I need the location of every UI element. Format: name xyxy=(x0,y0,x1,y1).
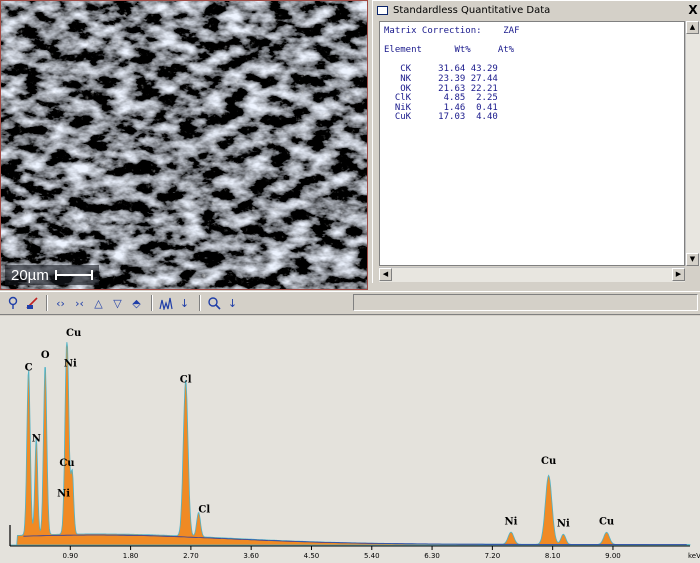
row-at: 0.41 xyxy=(465,102,498,113)
arrow-down-icon[interactable]: ↓ xyxy=(176,295,193,312)
spectrum-icon[interactable] xyxy=(157,295,174,312)
matrix-correction-value: ZAF xyxy=(503,26,520,36)
label-icon[interactable]: ⬘ xyxy=(128,295,145,312)
sem-micrograph xyxy=(1,1,367,289)
toolbar-separator xyxy=(46,295,48,311)
peak-label: Cu xyxy=(599,517,614,528)
row-element: NiK xyxy=(384,102,412,113)
eds-spectrum-panel: 0.90 1.80 2.70 3.60 4.50 5.40 6.30 7.20 8.10 9.00… xyxy=(0,316,700,563)
scroll-up-button[interactable]: ▲ xyxy=(686,21,699,34)
quant-results-text: Matrix Correction: ZAF Element Wt% At% C… xyxy=(379,21,685,266)
x-tick-label: 7.20 xyxy=(485,552,501,560)
row-wt: 21.63 xyxy=(411,83,466,94)
quant-window-title: Standardless Quantitative Data xyxy=(393,4,551,16)
scale-bar-label: 20µm xyxy=(11,266,49,284)
row-element: CuK xyxy=(384,112,412,123)
magnify-icon[interactable] xyxy=(4,295,21,312)
column-header-element: Element xyxy=(384,45,422,56)
table-row: ClK 4.85 2.25 xyxy=(384,93,498,103)
expand-icon[interactable]: ‹› xyxy=(52,295,69,312)
x-tick-label: 1.80 xyxy=(123,552,139,560)
scroll-right-button[interactable]: ▶ xyxy=(672,268,685,281)
row-wt: 4.85 xyxy=(411,93,466,104)
sem-image-panel: 20µm xyxy=(0,0,368,290)
row-element: NK xyxy=(384,73,412,84)
peak-label: Ni xyxy=(505,517,518,528)
peak-label: N xyxy=(32,433,41,444)
quant-table-rows: CK 31.64 43.29 NK 23.39 27.44 OK 21.63 2… xyxy=(384,64,498,123)
scroll-left-button[interactable]: ◀ xyxy=(379,268,392,281)
scale-bar: 20µm xyxy=(5,265,99,285)
table-row: CuK 17.03 4.40 xyxy=(384,112,498,123)
row-element: ClK xyxy=(384,93,412,104)
arrow-down-icon[interactable]: ↓ xyxy=(224,295,241,312)
x-tick-label: 3.60 xyxy=(243,552,259,560)
zoom-icon[interactable] xyxy=(205,295,222,312)
vertical-scrollbar[interactable]: ▲ ▼ xyxy=(685,21,700,266)
clear-icon[interactable] xyxy=(23,295,40,312)
x-axis-unit: keV xyxy=(688,552,700,560)
scale-bar-line xyxy=(54,270,93,280)
x-tick-label: 4.50 xyxy=(304,552,320,560)
peak-label: Cl xyxy=(198,505,210,516)
horizontal-scrollbar[interactable]: ◀ ▶ xyxy=(379,267,685,282)
row-at: 27.44 xyxy=(465,73,498,84)
table-row: CK 31.64 43.29 xyxy=(384,64,498,75)
row-wt: 31.64 xyxy=(411,64,466,75)
peak-label: C xyxy=(25,362,33,373)
quant-window-titlebar[interactable]: Standardless Quantitative Data X xyxy=(373,1,700,19)
matrix-correction-label: Matrix Correction: xyxy=(384,26,482,36)
peak-up-icon[interactable]: △ xyxy=(90,295,107,312)
peak-label: Ni xyxy=(64,358,77,369)
window-icon xyxy=(377,5,388,15)
table-row: OK 21.63 22.21 xyxy=(384,84,498,94)
table-row: NK 23.39 27.44 xyxy=(384,74,498,84)
peak-label: Ni xyxy=(557,519,570,530)
row-at: 4.40 xyxy=(465,112,498,123)
compress-icon[interactable]: ›‹ xyxy=(71,295,88,312)
column-header-at: At% xyxy=(497,45,515,56)
peak-label: O xyxy=(41,350,50,361)
peak-label: Ni xyxy=(57,488,70,499)
x-tick-label: 2.70 xyxy=(183,552,199,560)
column-header-wt: Wt% xyxy=(454,45,471,56)
table-row: NiK 1.46 0.41 xyxy=(384,103,498,113)
peak-label: Cl xyxy=(180,375,192,386)
peak-down-icon[interactable]: ▽ xyxy=(109,295,126,312)
x-tick-label: 5.40 xyxy=(364,552,380,560)
row-wt: 17.03 xyxy=(411,112,466,123)
toolbar-separator xyxy=(199,295,201,311)
x-tick-label: 6.30 xyxy=(424,552,440,560)
row-element: CK xyxy=(384,64,412,75)
x-tick-label: 8.10 xyxy=(545,552,561,560)
close-button[interactable]: X xyxy=(686,3,700,17)
peak-label: Cu xyxy=(541,456,556,467)
x-tick-label: 0.90 xyxy=(62,552,78,560)
toolbar-separator xyxy=(151,295,153,311)
x-tick-label: 9.00 xyxy=(605,552,621,560)
row-at: 22.21 xyxy=(465,83,498,94)
row-at: 2.25 xyxy=(465,93,498,104)
eds-spectrum-chart: 0.90 1.80 2.70 3.60 4.50 5.40 6.30 7.20 8.10 9.00… xyxy=(9,328,700,560)
row-wt: 1.46 xyxy=(411,102,466,113)
spectrum-area xyxy=(10,341,691,546)
peak-label: Cu xyxy=(66,328,81,339)
status-field xyxy=(353,294,698,311)
quant-data-window: Standardless Quantitative Data X Matrix … xyxy=(372,0,700,283)
row-at: 43.29 xyxy=(465,64,498,75)
row-wt: 23.39 xyxy=(411,73,466,84)
spectrum-toolbar: ‹› ›‹ △ ▽ ⬘ ↓ ↓ xyxy=(0,291,700,315)
scroll-down-button[interactable]: ▼ xyxy=(686,253,699,266)
peak-label: Cu xyxy=(59,458,74,469)
row-element: OK xyxy=(384,83,412,94)
